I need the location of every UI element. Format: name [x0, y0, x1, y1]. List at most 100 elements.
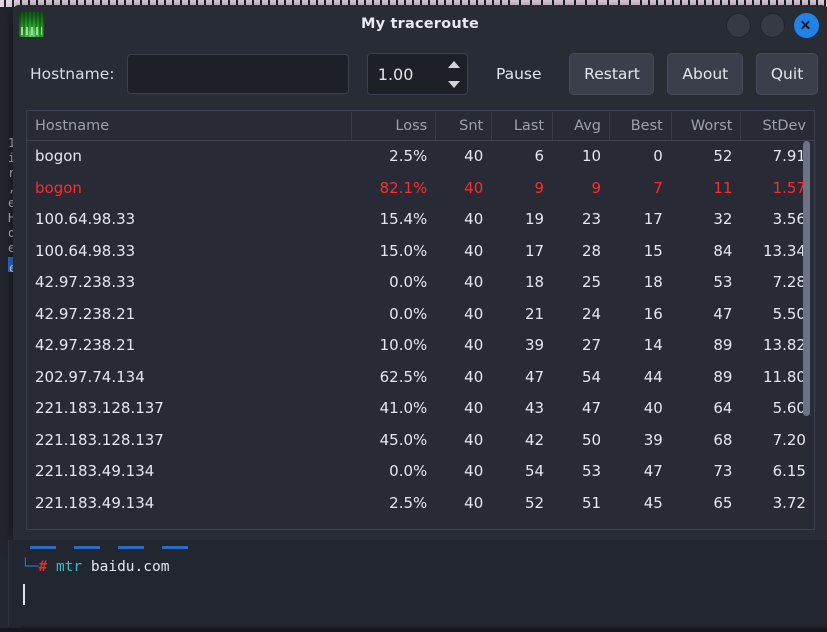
- cell-best: 45: [643, 493, 663, 512]
- chevron-up-icon[interactable]: [442, 54, 467, 74]
- cell-snt: 40: [464, 367, 484, 386]
- cell-last: 19: [525, 210, 545, 228]
- hostname-input[interactable]: [127, 54, 349, 94]
- cell-best: 44: [643, 367, 663, 386]
- cell-avg: 47: [581, 399, 602, 417]
- column-header-snt[interactable]: Snt: [435, 111, 491, 140]
- cell-host: 100.64.98.33: [35, 241, 136, 260]
- cell-avg: 27: [581, 336, 602, 354]
- about-button[interactable]: About: [667, 53, 743, 95]
- table-row[interactable]: [27, 519, 814, 529]
- titlebar[interactable]: My traceroute: [13, 5, 827, 44]
- cell-worst: 52: [713, 147, 733, 165]
- cell-last: 9: [534, 178, 545, 197]
- maximize-button[interactable]: [760, 13, 785, 38]
- table-row[interactable]: bogon 82.1% 40 9 9 7 11 1.57: [27, 173, 814, 205]
- cell-snt: 40: [464, 399, 484, 417]
- cell-loss: 15.4%: [379, 210, 428, 228]
- table-header-row: Hostname Loss Snt Last Avg Best Worst StDev: [27, 111, 814, 141]
- cell-worst: 84: [713, 241, 733, 260]
- cell-last: 39: [525, 336, 545, 354]
- cell-avg: 9: [591, 178, 602, 197]
- table-row[interactable]: 221.183.128.137 41.0% 40 43 47 40 64 5.60: [27, 393, 814, 425]
- cell-avg: 53: [581, 462, 602, 480]
- cell-snt: 40: [464, 147, 484, 165]
- pause-button[interactable]: Pause: [480, 53, 557, 95]
- cell-snt: 40: [464, 462, 484, 480]
- cell-best: 17: [643, 210, 663, 228]
- hostname-label: Hostname:: [30, 65, 115, 83]
- desktop-root: 1ir,eHoee My traceroute Hostname: 1.00 P…: [0, 0, 827, 632]
- cell-last: 47: [525, 367, 545, 386]
- cell-loss: 0.0%: [389, 273, 428, 291]
- column-header-stdev[interactable]: StDev: [740, 111, 814, 140]
- cell-loss: 15.0%: [379, 241, 428, 260]
- cell-best: 39: [643, 430, 663, 449]
- cell-worst: 89: [713, 367, 733, 386]
- cell-avg: 24: [581, 304, 602, 323]
- table-row[interactable]: bogon 2.5% 40 6 10 0 52 7.91: [27, 141, 814, 173]
- terminal-prompt-line: └─# mtr baidu.com: [21, 558, 169, 576]
- background-tick: [4, 0, 6, 7]
- column-header-last[interactable]: Last: [491, 111, 552, 140]
- table-scrollbar[interactable]: [801, 141, 812, 529]
- interval-arrows: [441, 54, 467, 94]
- table-row[interactable]: 42.97.238.21 10.0% 40 39 27 14 89 13.82: [27, 330, 814, 362]
- terminal-panel[interactable]: └─# mtr baidu.com: [8, 540, 827, 626]
- cell-worst: 68: [713, 430, 733, 449]
- cell-host: 42.97.238.21: [35, 336, 136, 354]
- cell-last: 43: [525, 399, 545, 417]
- close-icon[interactable]: [794, 13, 819, 38]
- cell-best: 47: [643, 462, 663, 480]
- restart-button[interactable]: Restart: [569, 53, 655, 95]
- scrollbar-thumb[interactable]: [803, 141, 810, 416]
- cell-best: 0: [653, 147, 663, 165]
- cell-host: bogon: [35, 147, 82, 165]
- cell-best: 16: [643, 304, 663, 323]
- cell-worst: 64: [713, 399, 733, 417]
- table-row[interactable]: 202.97.74.134 62.5% 40 47 54 44 89 11.80: [27, 362, 814, 394]
- table-row[interactable]: 42.97.238.33 0.0% 40 18 25 18 53 7.28: [27, 267, 814, 299]
- quit-button[interactable]: Quit: [755, 53, 819, 95]
- table-row[interactable]: 100.64.98.33 15.4% 40 19 23 17 32 3.56: [27, 204, 814, 236]
- interval-value[interactable]: 1.00: [368, 54, 441, 94]
- cell-worst: 11: [713, 178, 733, 197]
- cell-host: 202.97.74.134: [35, 367, 145, 386]
- cell-loss: 82.1%: [379, 178, 428, 197]
- terminal-previous-line-remnant: [30, 546, 200, 549]
- prompt-hash-icon: #: [38, 559, 48, 575]
- cell-loss: 2.5%: [389, 493, 428, 512]
- cell-last: 6: [534, 147, 545, 165]
- cell-loss: 0.0%: [389, 462, 428, 480]
- terminal-argument: baidu.com: [90, 559, 170, 575]
- table-body: bogon 2.5% 40 6 10 0 52 7.91 bogon 82.1% 40 9 9 7 11 1.…: [27, 141, 814, 529]
- minimize-button[interactable]: [726, 13, 751, 38]
- column-header-loss[interactable]: Loss: [350, 111, 435, 140]
- column-header-best[interactable]: Best: [609, 111, 671, 140]
- table-row[interactable]: 221.183.49.134 2.5% 40 52 51 45 65 3.72: [27, 488, 814, 520]
- cell-worst: 73: [713, 462, 733, 480]
- cell-snt: 40: [464, 493, 484, 512]
- cell-host: 221.183.49.134: [35, 462, 155, 480]
- cell-snt: 40: [464, 210, 484, 228]
- column-header-worst[interactable]: Worst: [670, 111, 741, 140]
- cell-last: 54: [525, 462, 545, 480]
- cell-snt: 40: [464, 241, 484, 260]
- prompt-corner-icon: └─: [21, 559, 39, 575]
- column-header-hostname[interactable]: Hostname: [27, 112, 351, 140]
- cell-host: 221.183.128.137: [35, 430, 164, 449]
- cell-last: 17: [525, 241, 545, 260]
- cell-avg: 51: [581, 493, 602, 512]
- cell-last: 18: [525, 273, 545, 291]
- interval-stepper[interactable]: 1.00: [366, 53, 468, 95]
- table-row[interactable]: 221.183.49.134 0.0% 40 54 53 47 73 6.15: [27, 456, 814, 488]
- table-row[interactable]: 100.64.98.33 15.0% 40 17 28 15 84 13.34: [27, 236, 814, 268]
- cell-loss: 0.0%: [389, 304, 428, 323]
- chevron-down-icon[interactable]: [442, 74, 467, 94]
- table-row[interactable]: 221.183.128.137 45.0% 40 42 50 39 68 7.20: [27, 425, 814, 457]
- cell-best: 18: [643, 273, 663, 291]
- table-row[interactable]: 42.97.238.21 0.0% 40 21 24 16 47 5.50: [27, 299, 814, 331]
- window-title: My traceroute: [360, 16, 480, 32]
- column-header-avg[interactable]: Avg: [552, 111, 609, 140]
